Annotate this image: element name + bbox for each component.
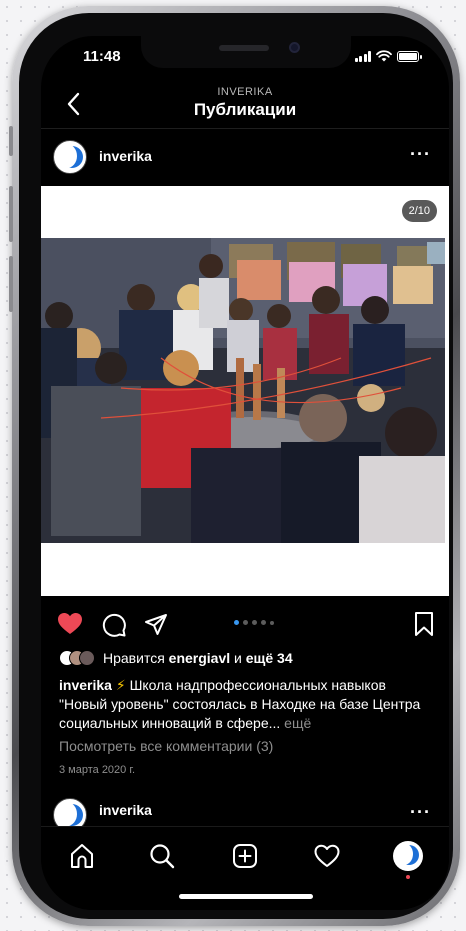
mute-switch <box>9 126 13 156</box>
signal-icon <box>354 50 371 62</box>
back-button[interactable] <box>61 88 89 120</box>
liker-avatars[interactable] <box>59 650 95 666</box>
comment-icon[interactable] <box>101 612 127 638</box>
speaker <box>219 45 269 51</box>
carousel-dot <box>252 620 257 625</box>
post-photo <box>41 238 445 543</box>
likes-prefix: Нравится <box>103 650 165 666</box>
header-subtitle: INVERIKA <box>217 86 273 98</box>
chevron-left-icon <box>67 92 80 116</box>
caption-text: Школа надпрофессиональных навыков "Новый… <box>59 677 421 731</box>
status-icons <box>354 50 422 62</box>
more-options-button[interactable]: ··· <box>410 144 431 165</box>
caption-more-link[interactable]: ещё <box>284 715 311 731</box>
likes-middle: и <box>234 650 242 666</box>
carousel-dot-active <box>234 620 239 625</box>
search-icon[interactable] <box>147 841 177 871</box>
volume-down-button <box>9 256 13 312</box>
front-camera <box>289 42 300 53</box>
header-divider <box>41 128 449 129</box>
avatar[interactable] <box>53 140 87 174</box>
carousel-dot <box>261 620 266 625</box>
notification-dot <box>406 875 410 879</box>
share-icon[interactable] <box>143 612 169 638</box>
likes-others[interactable]: ещё 34 <box>246 650 293 666</box>
carousel-dots <box>234 620 274 625</box>
profile-tab-avatar[interactable] <box>393 841 423 871</box>
heart-icon[interactable] <box>312 841 342 871</box>
page-title: Публикации <box>193 100 297 119</box>
post-header: inverika ··· <box>41 136 449 180</box>
likes-row: Нравится energiavl и ещё 34 <box>59 650 293 666</box>
next-post-username[interactable]: inverika <box>99 802 152 818</box>
post-media[interactable]: 2/10 <box>41 186 449 596</box>
post-caption: inverika ⚡ Школа надпрофессиональных нав… <box>59 676 431 733</box>
home-icon[interactable] <box>67 841 97 871</box>
notch <box>141 36 351 68</box>
avatar <box>79 650 95 666</box>
carousel-dot <box>270 620 274 625</box>
phone-screen: 11:48 INVERIKA Публикации inverika ··· 2… <box>41 36 449 910</box>
image-counter-badge: 2/10 <box>401 200 437 222</box>
carousel-dot <box>243 620 248 625</box>
post-actions <box>41 608 449 642</box>
likes-user[interactable]: energiavl <box>169 650 230 666</box>
view-comments-link[interactable]: Посмотреть все комментарии (3) <box>59 738 273 754</box>
post-date: 3 марта 2020 г. <box>59 764 136 776</box>
create-post-icon[interactable] <box>230 841 260 871</box>
header: INVERIKA Публикации <box>41 82 449 128</box>
caption-username[interactable]: inverika <box>59 677 112 693</box>
battery-icon <box>397 50 422 62</box>
heart-filled-icon[interactable] <box>57 612 83 636</box>
status-time: 11:48 <box>83 48 121 65</box>
bookmark-icon[interactable] <box>413 611 435 637</box>
post-username[interactable]: inverika <box>99 148 152 164</box>
volume-up-button <box>9 186 13 242</box>
wifi-icon <box>376 50 392 62</box>
lightning-icon: ⚡ <box>115 677 126 693</box>
next-post-more-button[interactable]: ··· <box>410 802 431 823</box>
home-indicator[interactable] <box>179 894 313 899</box>
group-photo <box>41 238 445 543</box>
